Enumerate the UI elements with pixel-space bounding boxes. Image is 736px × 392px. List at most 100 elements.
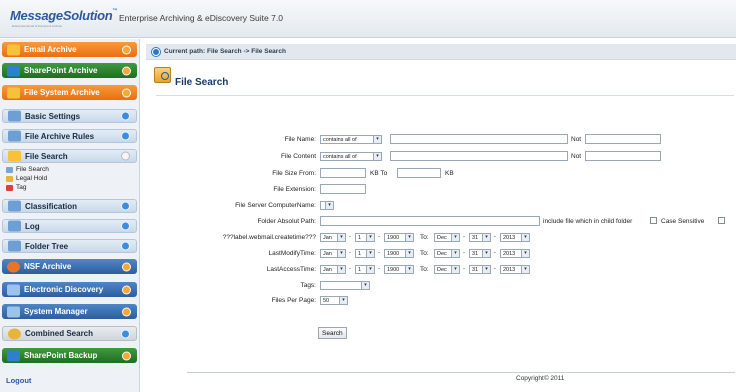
to-day-select[interactable]: 31 ▾ — [469, 249, 491, 258]
from-day-select[interactable]: 1 ▾ — [355, 249, 375, 258]
select-value: 31 — [472, 250, 479, 257]
expand-icon[interactable] — [121, 111, 130, 121]
file-size-from-input[interactable] — [320, 168, 366, 178]
title-divider — [156, 95, 734, 96]
chevron-down-icon: ▾ — [339, 297, 347, 304]
folder-path-label: Folder Absolut Path: — [257, 218, 316, 225]
to-year-select[interactable]: 2013 ▾ — [500, 249, 530, 258]
expand-icon[interactable] — [122, 351, 131, 360]
file-extension-label: File Extension: — [273, 186, 316, 193]
sidebar-item-label: File Archive Rules — [25, 131, 95, 141]
file-size-to-input[interactable] — [397, 168, 441, 178]
sidebar-item-file-system-archive[interactable]: File System Archive — [2, 85, 137, 100]
sidebar-item-label: Log — [25, 221, 40, 231]
file-extension-input[interactable] — [320, 184, 366, 194]
from-year-select[interactable]: 1900 ▾ — [384, 233, 414, 242]
select-value: Jan — [323, 266, 332, 273]
sidebar-item-email-archive[interactable]: Email Archive — [2, 42, 137, 57]
chevron-down-icon: ▾ — [405, 266, 413, 273]
to-label: To: — [420, 234, 429, 241]
to-year-select[interactable]: 2013 ▾ — [500, 233, 530, 242]
to-month-select[interactable]: Dec ▾ — [434, 265, 460, 274]
to-label: To: — [420, 266, 429, 273]
legal-hold-icon — [6, 175, 13, 182]
file-search-title-icon — [154, 67, 171, 83]
expand-icon[interactable] — [122, 307, 131, 316]
chevron-down-icon: ▾ — [451, 234, 459, 241]
file-content-not-input[interactable] — [585, 151, 661, 161]
chevron-down-icon: ▾ — [451, 266, 459, 273]
chevron-down-icon: ▾ — [325, 202, 333, 209]
sidebar-item-basic-settings[interactable]: Basic Settings — [2, 109, 137, 123]
sidebar-item-label: Classification — [25, 201, 78, 211]
select-value: contains all of — [323, 136, 357, 143]
email-archive-icon — [7, 44, 20, 55]
chevron-down-icon: ▾ — [482, 234, 490, 241]
sidebar-item-combined-search[interactable]: Combined Search — [2, 326, 137, 341]
logo-text: MessageSolution — [10, 8, 113, 23]
tags-select[interactable]: ▾ — [320, 281, 370, 290]
to-month-select[interactable]: Dec ▾ — [434, 249, 460, 258]
to-month-select[interactable]: Dec ▾ — [434, 233, 460, 242]
from-month-select[interactable]: Jan ▾ — [320, 249, 346, 258]
settings-icon — [8, 110, 21, 122]
kb-to-label: KB To — [370, 170, 388, 177]
chevron-down-icon: ▾ — [373, 153, 381, 160]
per-page-label: Files Per Page: — [271, 297, 316, 304]
footer-divider — [187, 372, 735, 373]
file-name-not-input[interactable] — [585, 134, 661, 144]
from-year-select[interactable]: 1900 ▾ — [384, 249, 414, 258]
logo-tm: ™ — [112, 8, 118, 14]
to-day-select[interactable]: 31 ▾ — [469, 265, 491, 274]
breadcrumb-text: Current path: File Search -> File Search — [164, 48, 286, 55]
file-size-label: File Size From: — [272, 170, 316, 177]
logout-link[interactable]: Logout — [6, 376, 31, 385]
case-sensitive-label: Case Sensitive — [661, 218, 705, 225]
to-day-select[interactable]: 31 ▾ — [469, 233, 491, 242]
computer-name-select[interactable]: ▾ — [320, 201, 334, 210]
file-name-input[interactable] — [390, 134, 568, 144]
dash: - — [349, 234, 351, 240]
from-month-select[interactable]: Jan ▾ — [320, 265, 346, 274]
select-value: Jan — [323, 250, 332, 257]
file-content-label: File Content — [280, 153, 316, 160]
discovery-icon — [7, 284, 20, 295]
select-value: 1 — [358, 234, 362, 241]
expand-icon[interactable] — [121, 329, 130, 338]
chevron-down-icon: ▾ — [337, 234, 345, 241]
from-day-select[interactable]: 1 ▾ — [355, 233, 375, 242]
sidebar-item-label: Email Archive — [24, 45, 77, 54]
folder-icon — [7, 87, 20, 98]
file-content-input[interactable] — [390, 151, 568, 161]
to-year-select[interactable]: 2013 ▾ — [500, 265, 530, 274]
from-month-select[interactable]: Jan ▾ — [320, 233, 346, 242]
chevron-down-icon: ▾ — [405, 250, 413, 257]
chevron-down-icon: ▾ — [482, 266, 490, 273]
dash: - — [463, 234, 465, 240]
chevron-down-icon: ▾ — [366, 266, 374, 273]
from-year-select[interactable]: 1900 ▾ — [384, 265, 414, 274]
folder-path-input[interactable] — [320, 216, 540, 226]
log-icon — [8, 220, 21, 232]
kb-label: KB — [445, 170, 454, 177]
sharepoint-icon — [7, 65, 20, 76]
select-value: Dec — [437, 250, 447, 257]
sidebar: Email Archive SharePoint Archive File Sy… — [0, 39, 140, 392]
collapse-icon[interactable] — [122, 88, 131, 97]
from-day-select[interactable]: 1 ▾ — [355, 265, 375, 274]
chevron-down-icon: ▾ — [451, 250, 459, 257]
expand-icon[interactable] — [122, 66, 131, 75]
include-child-checkbox[interactable] — [650, 217, 657, 224]
expand-icon[interactable] — [122, 45, 131, 54]
computer-name-label: File Server ComputerName: — [235, 202, 316, 209]
file-search-icon — [6, 166, 13, 173]
per-page-select[interactable]: 50 ▾ — [320, 296, 348, 305]
case-sensitive-checkbox[interactable] — [718, 217, 725, 224]
combined-search-icon — [8, 328, 21, 339]
search-button[interactable]: Search — [318, 327, 347, 339]
file-name-mode-select[interactable]: contains all of ▾ — [320, 135, 382, 144]
file-content-mode-select[interactable]: contains all of ▾ — [320, 152, 382, 161]
sidebar-item-system-manager[interactable]: System Manager — [2, 304, 137, 319]
sidebar-item-sharepoint-backup[interactable]: SharePoint Backup — [2, 348, 137, 363]
sidebar-item-sharepoint-archive[interactable]: SharePoint Archive — [2, 63, 137, 78]
